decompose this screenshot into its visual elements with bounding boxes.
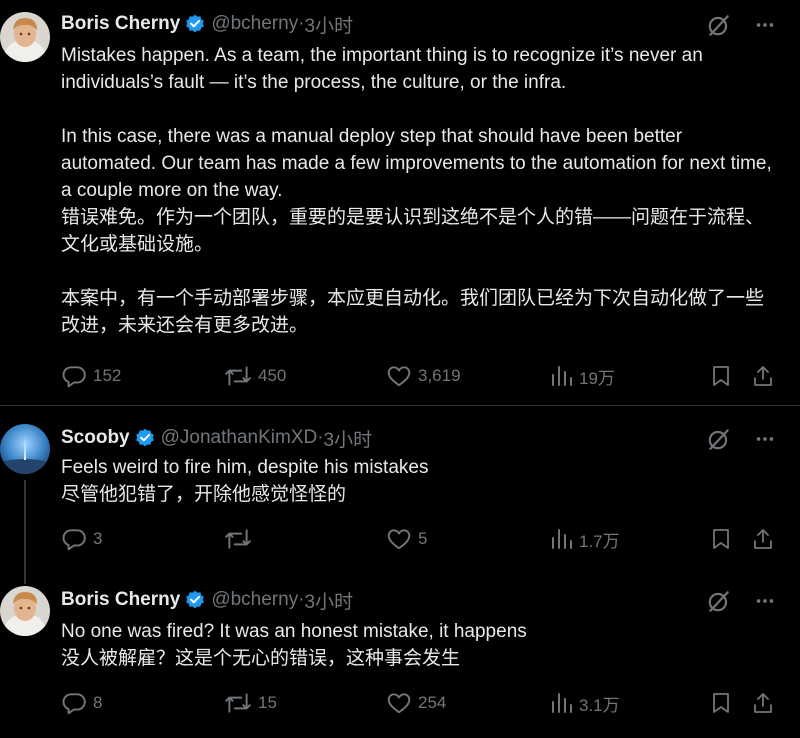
author-name[interactable]: Boris Cherny — [61, 13, 180, 35]
reply-icon — [62, 529, 86, 551]
reply-button[interactable]: 3 — [61, 526, 102, 552]
bookmark-icon — [713, 693, 729, 713]
tweet-text: No one was fired? It was an honest mista… — [61, 621, 527, 669]
tweet-time[interactable]: 3小时 — [324, 425, 373, 452]
author-name[interactable]: Scooby — [61, 427, 130, 449]
views-icon — [552, 529, 572, 549]
avatar-scooby[interactable] — [0, 424, 50, 474]
more-icon[interactable] — [754, 428, 776, 450]
bookmark-icon — [713, 529, 729, 549]
like-button[interactable]: 254 — [386, 690, 446, 716]
tweet-text: Mistakes happen. As a team, the importan… — [61, 45, 772, 336]
reply-button[interactable]: 8 — [61, 690, 102, 716]
bookmark-button[interactable] — [709, 363, 733, 389]
author-handle[interactable]: @bcherny — [211, 13, 298, 35]
author-handle[interactable]: @JonathanKimXD — [161, 427, 318, 449]
tweet-1[interactable]: Boris Cherny @bcherny · 3小时 Mistakes hap… — [0, 0, 800, 404]
verified-icon — [135, 428, 154, 447]
reply-count: 3 — [93, 529, 103, 548]
tweet-header: Scooby @JonathanKimXD · 3小时 — [61, 425, 373, 452]
grok-icon[interactable] — [706, 588, 732, 614]
reply-button[interactable]: 152 — [61, 363, 121, 389]
more-icon[interactable] — [754, 14, 776, 36]
share-button[interactable] — [751, 526, 775, 552]
share-icon — [754, 366, 772, 386]
bookmark-button[interactable] — [709, 526, 733, 552]
tweet-actions: 3 5 1.7万 — [61, 526, 777, 552]
tweet-2[interactable]: Scooby @JonathanKimXD · 3小时 Feels weird … — [0, 406, 800, 572]
like-icon — [387, 366, 411, 387]
views-icon — [552, 366, 572, 386]
repost-count: 450 — [258, 366, 287, 385]
avatar-scooby-image — [0, 424, 50, 474]
tweet-time[interactable]: 3小时 — [305, 587, 354, 614]
like-button[interactable]: 3,619 — [386, 363, 461, 389]
share-icon — [754, 693, 772, 713]
author-name[interactable]: Boris Cherny — [61, 589, 180, 611]
like-icon — [387, 529, 411, 550]
tweet-corner-actions — [706, 588, 776, 614]
reply-icon — [62, 366, 86, 388]
repost-button[interactable] — [224, 526, 258, 552]
repost-icon — [225, 366, 251, 386]
views-button[interactable]: 1.7万 — [549, 526, 620, 552]
tweet-time[interactable]: 3小时 — [305, 11, 354, 38]
reply-count: 8 — [93, 693, 103, 712]
like-count: 254 — [418, 693, 447, 712]
avatar-boris[interactable] — [0, 12, 50, 62]
verified-icon — [186, 14, 205, 33]
verified-icon — [186, 590, 205, 609]
author-handle[interactable]: @bcherny — [211, 589, 298, 611]
grok-icon[interactable] — [706, 12, 732, 38]
repost-icon — [225, 693, 251, 713]
share-button[interactable] — [751, 363, 775, 389]
views-button[interactable]: 3.1万 — [549, 690, 620, 716]
bookmark-button[interactable] — [709, 690, 733, 716]
reply-icon — [62, 693, 86, 715]
more-icon[interactable] — [754, 590, 776, 612]
views-count: 3.1万 — [579, 695, 620, 715]
tweet-3[interactable]: Boris Cherny @bcherny · 3小时 No one was f… — [0, 572, 800, 738]
like-icon — [387, 693, 411, 714]
tweet-corner-actions — [706, 12, 776, 38]
grok-icon[interactable] — [706, 426, 732, 452]
share-button[interactable] — [751, 690, 775, 716]
repost-button[interactable]: 15 — [224, 690, 277, 716]
avatar-boris-image — [0, 586, 50, 636]
tweet-corner-actions — [706, 426, 776, 452]
reply-count: 152 — [93, 366, 122, 385]
share-icon — [754, 529, 772, 549]
like-count: 3,619 — [418, 366, 461, 385]
thread-line — [24, 480, 26, 572]
avatar-boris-image — [0, 12, 50, 62]
tweet-text: Feels weird to fire him, despite his mis… — [61, 457, 429, 505]
bookmark-icon — [713, 366, 729, 386]
avatar-boris[interactable] — [0, 586, 50, 636]
tweet-header: Boris Cherny @bcherny · 3小时 — [61, 11, 354, 38]
repost-button[interactable]: 450 — [224, 363, 286, 389]
thread-line — [24, 572, 26, 584]
views-button[interactable]: 19万 — [549, 363, 615, 389]
views-count: 1.7万 — [579, 531, 620, 551]
tweet-actions: 152 450 3,619 19万 — [61, 363, 777, 389]
repost-icon — [225, 529, 251, 549]
like-count: 5 — [418, 529, 428, 548]
like-button[interactable]: 5 — [386, 526, 427, 552]
repost-count: 15 — [258, 693, 277, 712]
tweet-header: Boris Cherny @bcherny · 3小时 — [61, 587, 354, 614]
views-count: 19万 — [579, 368, 615, 388]
views-icon — [552, 693, 572, 713]
tweet-actions: 8 15 254 3.1万 — [61, 690, 777, 716]
